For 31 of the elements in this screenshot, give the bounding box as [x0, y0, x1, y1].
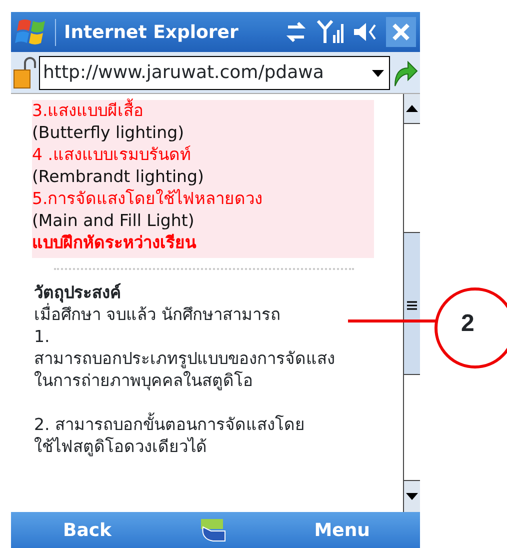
- grip-icon: [407, 301, 417, 310]
- up-arrow-icon: [406, 105, 418, 112]
- text-line: ในการถ่ายภาพบุคคลในสตูดิโอ: [34, 370, 253, 392]
- address-field[interactable]: http://www.jaruwat.com/pdawa: [39, 56, 390, 90]
- close-icon[interactable]: [386, 17, 416, 47]
- scroll-down-button[interactable]: [404, 480, 420, 512]
- text-line: 2. สามารถบอกขั้นตอนการจัดแสงโดย: [34, 414, 305, 436]
- padlock-icon: [13, 56, 37, 90]
- text-line: 4 .แสงแบบเรมบรันดท์: [32, 144, 191, 166]
- text-line: (Main and Fill Light): [32, 210, 194, 232]
- speaker-icon[interactable]: [352, 21, 378, 43]
- dropdown-caret-icon[interactable]: [371, 68, 385, 78]
- signal-icon[interactable]: [316, 19, 344, 45]
- text-line: 3.แสงแบบผีเสื้อ: [32, 100, 144, 122]
- menu-softkey[interactable]: Menu: [314, 516, 370, 544]
- text-line: (Rembrandt lighting): [32, 166, 204, 188]
- back-softkey[interactable]: Back: [63, 516, 112, 544]
- text-line: (Butterfly lighting): [32, 122, 184, 144]
- keyboard-phone-icon[interactable]: [198, 517, 227, 543]
- window-title: Internet Explorer: [55, 18, 238, 46]
- text-line: แบบฝึกหัดระหว่างเรียน: [32, 232, 196, 254]
- connectivity-arrows-icon[interactable]: [284, 22, 308, 42]
- text-line: สามารถบอกประเภทรูปแบบของการจัดแสง: [34, 348, 335, 370]
- callout-number: 2: [461, 310, 474, 338]
- down-arrow-icon: [406, 493, 418, 500]
- text-line: ใช้ไฟสตูดิโอดวงเดียวได้: [34, 436, 207, 458]
- text-line: 1.: [34, 326, 50, 348]
- text-line: เมื่อศึกษา จบแล้ว นักศึกษาสามารถ: [34, 304, 280, 326]
- scroll-up-button[interactable]: [404, 94, 420, 124]
- section-heading: วัตถุประสงค์: [34, 282, 121, 303]
- text-line: 5.การจัดแสงโดยใช้ไฟหลายดวง: [32, 188, 263, 210]
